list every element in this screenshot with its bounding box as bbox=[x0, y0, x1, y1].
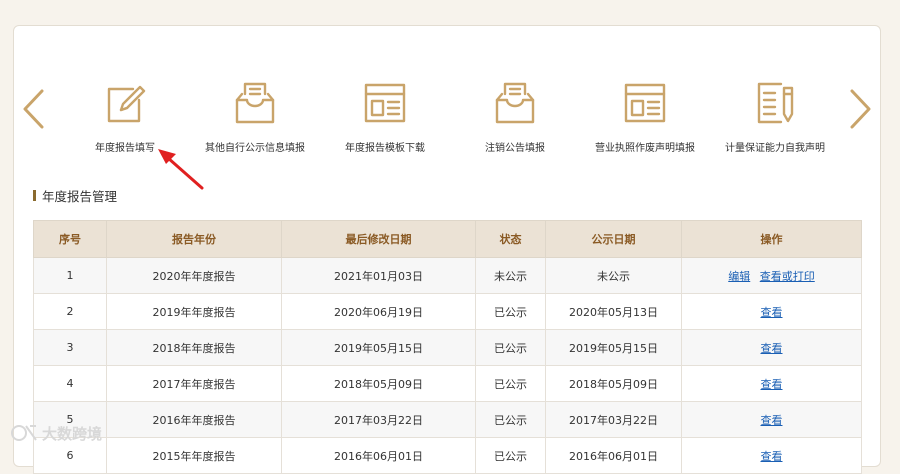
template-window-icon bbox=[363, 80, 407, 126]
row-number: 4 bbox=[33, 365, 107, 402]
menu-label: 计量保证能力自我声明 bbox=[725, 143, 825, 154]
status-text: 已公示 bbox=[475, 401, 546, 438]
column-header: 状态 bbox=[475, 220, 546, 258]
publish-date: 2017年03月22日 bbox=[545, 401, 682, 438]
publish-date: 2019年05月15日 bbox=[545, 329, 682, 366]
publish-date: 2020年05月13日 bbox=[545, 293, 682, 330]
column-header: 操作 bbox=[681, 220, 862, 258]
actions-cell: 查看 bbox=[681, 437, 862, 474]
row-number: 2 bbox=[33, 293, 107, 330]
actions-cell: 查看 bbox=[681, 365, 862, 402]
status-text: 未公示 bbox=[475, 257, 546, 294]
template-window-icon bbox=[623, 80, 667, 126]
report-year: 2016年年度报告 bbox=[106, 401, 282, 438]
status-text: 已公示 bbox=[475, 293, 546, 330]
view-link[interactable]: 查看 bbox=[761, 450, 783, 463]
document-pen-icon bbox=[753, 80, 797, 126]
actions-cell: 查看 bbox=[681, 293, 862, 330]
menu-item-cancellation-notice[interactable]: 注销公告填报 bbox=[450, 80, 580, 170]
menu-label: 其他自行公示信息填报 bbox=[205, 143, 305, 154]
last-modified-date: 2021年01月03日 bbox=[281, 257, 476, 294]
publish-date: 2016年06月01日 bbox=[545, 437, 682, 474]
watermark-text: 大数跨境 bbox=[42, 424, 103, 443]
edit-form-icon bbox=[103, 80, 147, 126]
status-text: 已公示 bbox=[475, 329, 546, 366]
last-modified-date: 2017年03月22日 bbox=[281, 401, 476, 438]
menu-label: 注销公告填报 bbox=[485, 143, 545, 154]
table-row: 2 2019年年度报告 2020年06月19日 已公示 2020年05月13日 … bbox=[33, 293, 862, 330]
menu-label: 年度报告填写 bbox=[95, 143, 155, 154]
report-year: 2020年年度报告 bbox=[106, 257, 282, 294]
carousel-next-button[interactable] bbox=[848, 88, 874, 130]
menu-label: 年度报告模板下载 bbox=[345, 143, 425, 154]
chevron-left-icon bbox=[23, 89, 44, 129]
actions-cell: 查看 bbox=[681, 329, 862, 366]
table-header-row: 序号 报告年份 最后修改日期 状态 公示日期 操作 bbox=[33, 220, 862, 258]
section-title-bar bbox=[33, 190, 36, 201]
row-number: 1 bbox=[33, 257, 107, 294]
menu-item-metrology-self-declaration[interactable]: 计量保证能力自我声明 bbox=[710, 80, 840, 170]
status-text: 已公示 bbox=[475, 437, 546, 474]
last-modified-date: 2018年05月09日 bbox=[281, 365, 476, 402]
publish-date: 2018年05月09日 bbox=[545, 365, 682, 402]
actions-cell: 查看 bbox=[681, 401, 862, 438]
table-row: 3 2018年年度报告 2019年05月15日 已公示 2019年05月15日 … bbox=[33, 329, 862, 366]
report-year: 2015年年度报告 bbox=[106, 437, 282, 474]
watermark: 大数跨境 bbox=[10, 422, 102, 444]
menu-item-template-download[interactable]: 年度报告模板下载 bbox=[320, 80, 450, 170]
annual-report-table: 序号 报告年份 最后修改日期 状态 公示日期 操作 1 2020年年度报告 20… bbox=[33, 220, 862, 474]
report-year: 2017年年度报告 bbox=[106, 365, 282, 402]
column-header: 最后修改日期 bbox=[281, 220, 476, 258]
column-header: 公示日期 bbox=[545, 220, 682, 258]
watermark-logo-icon bbox=[11, 425, 37, 441]
table-row: 5 2016年年度报告 2017年03月22日 已公示 2017年03月22日 … bbox=[33, 401, 862, 438]
last-modified-date: 2020年06月19日 bbox=[281, 293, 476, 330]
view-link[interactable]: 查看 bbox=[761, 342, 783, 355]
chevron-right-icon bbox=[850, 89, 871, 129]
report-year: 2019年年度报告 bbox=[106, 293, 282, 330]
column-header: 序号 bbox=[33, 220, 107, 258]
table-row: 4 2017年年度报告 2018年05月09日 已公示 2018年05月09日 … bbox=[33, 365, 862, 402]
view-link[interactable]: 查看 bbox=[761, 414, 783, 427]
report-year: 2018年年度报告 bbox=[106, 329, 282, 366]
menu-item-annual-report-fill[interactable]: 年度报告填写 bbox=[60, 80, 190, 170]
table-row: 1 2020年年度报告 2021年01月03日 未公示 未公示 编辑 查看或打印 bbox=[33, 257, 862, 294]
menu-label: 营业执照作废声明填报 bbox=[595, 143, 695, 154]
last-modified-date: 2019年05月15日 bbox=[281, 329, 476, 366]
edit-link[interactable]: 编辑 bbox=[728, 270, 750, 283]
view-link[interactable]: 查看 bbox=[761, 306, 783, 319]
table-row: 6 2015年年度报告 2016年06月01日 已公示 2016年06月01日 … bbox=[33, 437, 862, 474]
inbox-tray-icon bbox=[233, 80, 277, 126]
last-modified-date: 2016年06月01日 bbox=[281, 437, 476, 474]
status-text: 已公示 bbox=[475, 365, 546, 402]
view-link[interactable]: 查看 bbox=[761, 378, 783, 391]
function-menu: 年度报告填写 其他自行公示信息填报 年度报告模板下载 注销公告填报 营业执照作废… bbox=[60, 80, 840, 170]
column-header: 报告年份 bbox=[106, 220, 282, 258]
publish-date: 未公示 bbox=[545, 257, 682, 294]
row-number: 3 bbox=[33, 329, 107, 366]
section-title: 年度报告管理 bbox=[33, 186, 117, 205]
menu-item-other-disclosure[interactable]: 其他自行公示信息填报 bbox=[190, 80, 320, 170]
menu-item-license-void-statement[interactable]: 营业执照作废声明填报 bbox=[580, 80, 710, 170]
inbox-tray-icon bbox=[493, 80, 537, 126]
view-or-print-link[interactable]: 查看或打印 bbox=[760, 270, 815, 283]
section-title-text: 年度报告管理 bbox=[42, 189, 118, 204]
actions-cell: 编辑 查看或打印 bbox=[681, 257, 862, 294]
carousel-prev-button[interactable] bbox=[20, 88, 46, 130]
